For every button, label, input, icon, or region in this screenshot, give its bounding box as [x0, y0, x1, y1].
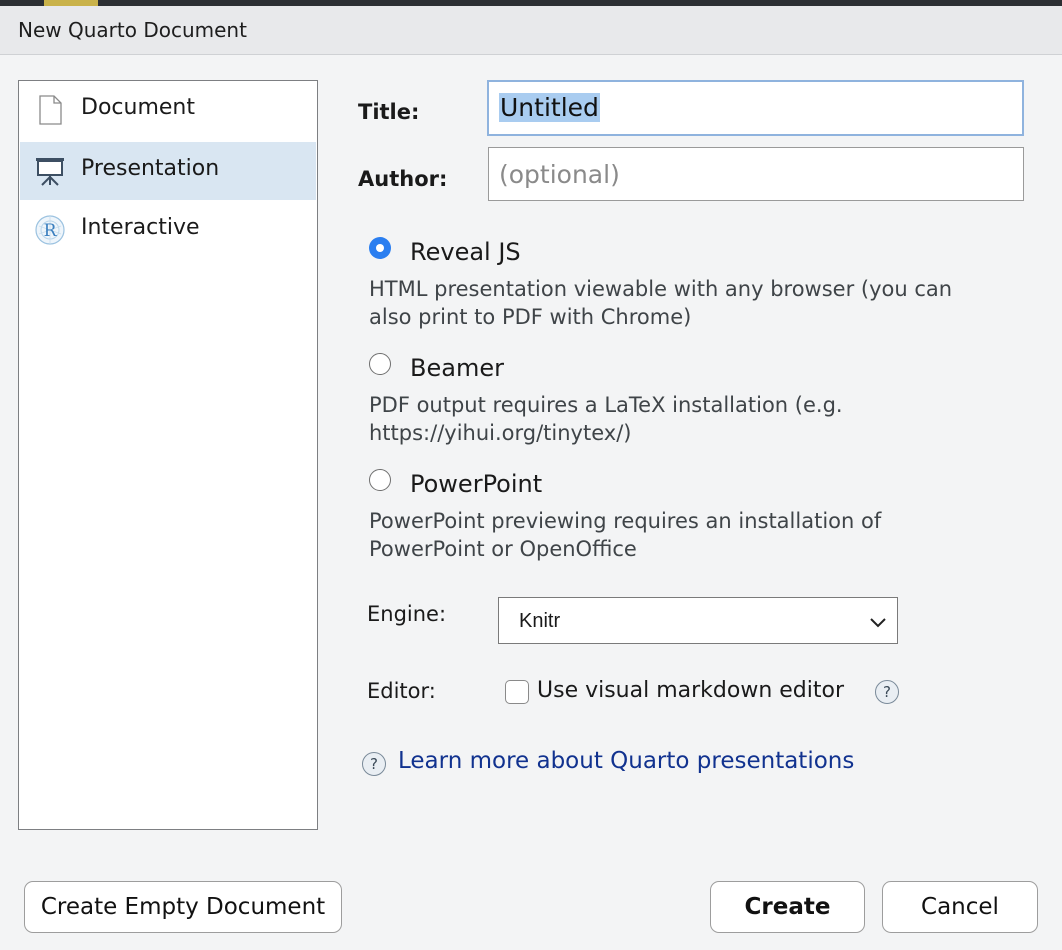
title-value: Untitled	[499, 93, 600, 122]
create-empty-document-button[interactable]: Create Empty Document	[24, 881, 342, 933]
beamer-description: PDF output requires a LaTeX installation…	[369, 391, 1029, 447]
help-icon[interactable]: ?	[875, 680, 899, 704]
sidebar-item-label: Document	[81, 95, 195, 120]
description-line: https://yihui.org/tinytex/)	[369, 421, 632, 445]
title-label: Title:	[358, 100, 420, 124]
sidebar-item-interactive[interactable]: R Interactive	[20, 201, 316, 259]
revealjs-radio[interactable]	[369, 237, 391, 259]
document-type-list: Document Presentation R Interactive	[18, 80, 318, 830]
learn-more-link[interactable]: Learn more about Quarto presentations	[398, 748, 854, 774]
engine-select[interactable]: Knitr	[498, 597, 898, 644]
engine-label: Engine:	[367, 602, 447, 626]
create-button[interactable]: Create	[710, 881, 865, 933]
description-line: PowerPoint previewing requires an instal…	[369, 509, 882, 533]
editor-label: Editor:	[367, 679, 436, 703]
description-line: PDF output requires a LaTeX installation…	[369, 393, 843, 417]
description-line: PowerPoint or OpenOffice	[369, 537, 637, 561]
cancel-button[interactable]: Cancel	[882, 881, 1038, 933]
description-line: HTML presentation viewable with any brow…	[369, 277, 953, 301]
visual-editor-checkbox[interactable]	[505, 680, 529, 704]
title-input[interactable]: Untitled	[487, 80, 1024, 136]
powerpoint-label[interactable]: PowerPoint	[410, 470, 542, 498]
dialog-title: New Quarto Document	[18, 18, 247, 42]
author-label: Author:	[358, 167, 448, 191]
sidebar-item-label: Presentation	[81, 156, 220, 181]
beamer-radio[interactable]	[369, 353, 391, 375]
document-icon	[39, 95, 62, 125]
svg-text:R: R	[44, 221, 58, 241]
help-icon: ?	[362, 752, 386, 776]
revealjs-description: HTML presentation viewable with any brow…	[369, 275, 1029, 331]
sidebar-item-label: Interactive	[81, 215, 200, 240]
powerpoint-description: PowerPoint previewing requires an instal…	[369, 507, 1029, 563]
sidebar-item-presentation[interactable]: Presentation	[20, 142, 316, 200]
r-logo-icon: R	[35, 215, 65, 245]
author-placeholder: (optional)	[499, 160, 620, 189]
beamer-label[interactable]: Beamer	[410, 354, 504, 382]
chevron-down-icon	[870, 618, 886, 628]
engine-value: Knitr	[519, 610, 561, 632]
visual-editor-label[interactable]: Use visual markdown editor	[537, 678, 844, 703]
author-input[interactable]: (optional)	[488, 147, 1024, 201]
revealjs-label[interactable]: Reveal JS	[410, 238, 521, 266]
dialog-titlebar: New Quarto Document	[0, 6, 1062, 55]
description-line: also print to PDF with Chrome)	[369, 305, 692, 329]
powerpoint-radio[interactable]	[369, 469, 391, 491]
presentation-icon	[36, 158, 64, 186]
sidebar-item-document[interactable]: Document	[20, 81, 316, 139]
